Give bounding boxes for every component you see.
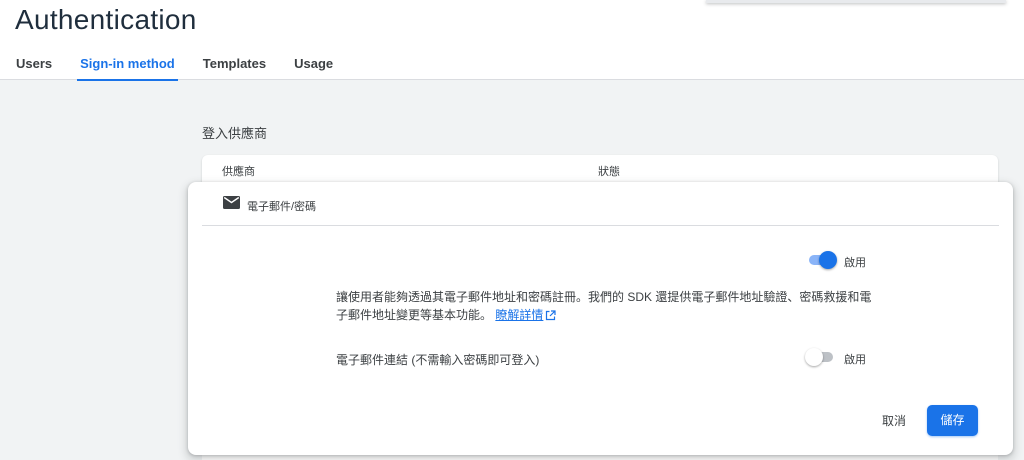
- tab-users[interactable]: Users: [16, 52, 52, 80]
- provider-header: 電子郵件/密碼: [188, 182, 1013, 226]
- external-link-icon[interactable]: [545, 310, 556, 321]
- tab-bar: Users Sign-in method Templates Usage: [0, 52, 345, 81]
- provider-description: 讓使用者能夠透過其電子郵件地址和密碼註冊。我們的 SDK 還提供電子郵件地址驗證…: [336, 288, 876, 324]
- tab-usage[interactable]: Usage: [294, 52, 333, 80]
- overlay-edge: [706, 0, 1006, 3]
- email-link-toggle-label: 啟用: [844, 354, 866, 366]
- cancel-button[interactable]: 取消: [870, 406, 918, 436]
- provider-name: 電子郵件/密碼: [247, 201, 317, 213]
- column-header-status: 狀態: [598, 166, 620, 178]
- page-header: Authentication Users Sign-in method Temp…: [0, 0, 1024, 81]
- learn-more-link[interactable]: 瞭解詳情: [495, 308, 543, 322]
- page-title: Authentication: [15, 4, 197, 35]
- column-header-provider: 供應商: [222, 166, 255, 178]
- enable-toggle-label: 啟用: [844, 257, 866, 269]
- email-link-toggle[interactable]: [805, 347, 835, 367]
- provider-editor-card: 電子郵件/密碼 啟用 讓使用者能夠透過其電子郵件地址和密碼註冊。我們的 SDK …: [188, 182, 1013, 455]
- mail-icon: [223, 196, 240, 209]
- description-text: 讓使用者能夠透過其電子郵件地址和密碼註冊。我們的 SDK 還提供電子郵件地址驗證…: [336, 290, 872, 322]
- enable-toggle[interactable]: [807, 250, 837, 270]
- tab-templates[interactable]: Templates: [203, 52, 266, 80]
- toggle-knob: [805, 348, 823, 366]
- section-title: 登入供應商: [202, 126, 268, 141]
- toggle-knob: [819, 251, 837, 269]
- email-link-label: 電子郵件連結 (不需輸入密碼即可登入): [336, 353, 540, 367]
- divider: [202, 225, 999, 226]
- save-button[interactable]: 儲存: [927, 405, 978, 436]
- tab-sign-in-method[interactable]: Sign-in method: [77, 52, 178, 81]
